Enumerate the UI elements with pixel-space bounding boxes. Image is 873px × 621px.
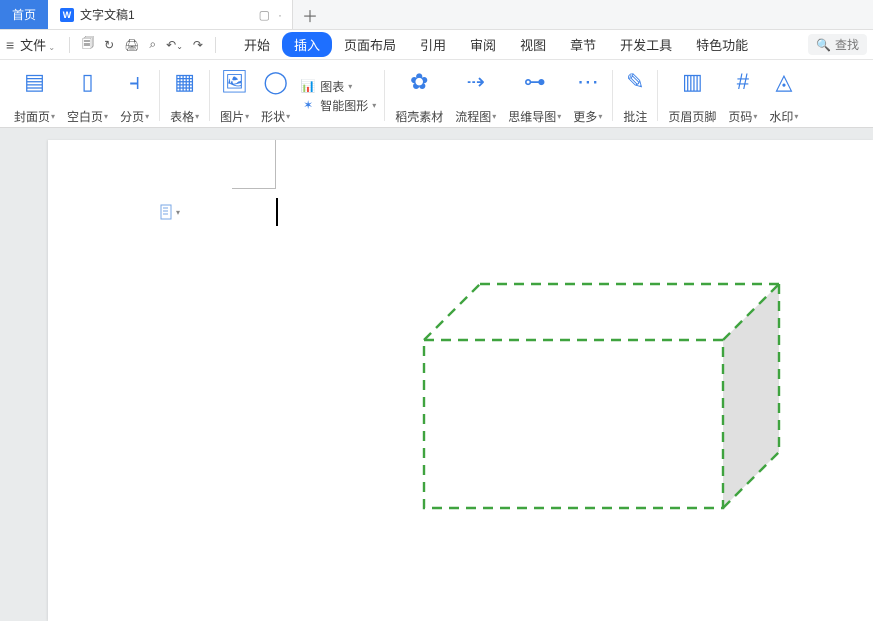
mindmap-icon: ⊶ xyxy=(524,66,546,98)
more-icon: ⋯ xyxy=(577,66,599,98)
ribbon-pagenum[interactable]: # 页码▾ xyxy=(722,66,763,125)
chevron-down-icon: ▾ xyxy=(372,101,376,110)
search-box[interactable]: 🔍 查找 xyxy=(808,34,867,55)
tab-add[interactable]: ＋ xyxy=(293,0,327,29)
margin-guide-vertical xyxy=(275,140,276,188)
filebar: ≡ 文件 ⌄ 🗐 ↻ 🖨 ⌕ ↶⌄ ↷ 开始 插入 页面布局 引用 审阅 视图 … xyxy=(0,30,873,60)
ribbon-watermark[interactable]: ◬ 水印▾ xyxy=(763,66,804,125)
menu-reference[interactable]: 引用 xyxy=(408,32,458,57)
tab-document-1[interactable]: W 文字文稿1 ▢ · xyxy=(48,0,293,29)
ribbon-blank[interactable]: ▯ 空白页▾ xyxy=(61,66,114,125)
ribbon-shape[interactable]: ◯ 形状▾ xyxy=(255,66,296,125)
ribbon-chart-group: 📊图表 ▾ ✶智能图形 ▾ xyxy=(296,66,380,125)
document-workspace[interactable]: ▾ xyxy=(0,128,873,621)
pagebreak-icon: ⫞ xyxy=(129,66,140,98)
tab-home[interactable]: 首页 xyxy=(0,0,48,29)
separator xyxy=(384,70,385,121)
print-icon[interactable]: 🖨 xyxy=(124,38,139,52)
separator xyxy=(612,70,613,121)
menu-start[interactable]: 开始 xyxy=(232,32,282,57)
paste-options-icon[interactable]: ▾ xyxy=(160,204,180,220)
chevron-down-icon: ▾ xyxy=(51,112,55,121)
smartart-icon: ✶ xyxy=(300,97,316,113)
tab-document-label: 文字文稿1 xyxy=(80,6,135,23)
menu-chapter[interactable]: 章节 xyxy=(558,32,608,57)
shape-icon: ◯ xyxy=(263,66,288,98)
flowchart-icon: ⇢ xyxy=(467,66,485,98)
chevron-down-icon: ▾ xyxy=(794,112,798,121)
ribbon-flowchart[interactable]: ⇢ 流程图▾ xyxy=(449,66,502,125)
chart-icon: 📊 xyxy=(300,78,316,94)
ribbon-docres[interactable]: ✿ 稻壳素材 xyxy=(389,66,449,125)
file-menu[interactable]: 文件 ⌄ xyxy=(18,35,57,54)
menu-pagelayout[interactable]: 页面布局 xyxy=(332,32,408,57)
separator xyxy=(215,37,216,53)
tab-controls: ▢ · xyxy=(259,8,282,22)
pagenum-icon: # xyxy=(737,66,749,98)
shape-cuboid[interactable] xyxy=(422,282,784,522)
margin-guide-horizontal xyxy=(232,188,276,189)
search-icon: 🔍 xyxy=(816,38,831,52)
headerfooter-icon: ▥ xyxy=(682,66,703,98)
chevron-down-icon: ▾ xyxy=(286,112,290,121)
menu-insert[interactable]: 插入 xyxy=(282,32,332,57)
ribbon-picture[interactable]: 🖼 图片▾ xyxy=(214,66,255,125)
ribbon-more[interactable]: ⋯ 更多▾ xyxy=(567,66,608,125)
document-tabs: 首页 W 文字文稿1 ▢ · ＋ xyxy=(0,0,873,30)
save-icon[interactable]: 🗐 xyxy=(82,34,94,55)
word-doc-icon: W xyxy=(60,8,74,22)
ribbon-tabs: 开始 插入 页面布局 引用 审阅 视图 章节 开发工具 特色功能 xyxy=(232,32,760,57)
undo-icon[interactable]: ↶⌄ xyxy=(166,38,183,52)
chevron-down-icon: ▾ xyxy=(176,208,180,217)
separator xyxy=(209,70,210,121)
ribbon-smartart[interactable]: ✶智能图形 ▾ xyxy=(300,97,376,114)
text-cursor xyxy=(276,198,278,226)
picture-icon: 🖼 xyxy=(221,66,249,98)
menu-review[interactable]: 审阅 xyxy=(458,32,508,57)
redo-icon[interactable]: ↷ xyxy=(193,38,203,52)
watermark-icon: ◬ xyxy=(775,66,792,98)
search-label: 查找 xyxy=(835,36,859,53)
chevron-down-icon: ▾ xyxy=(598,112,602,121)
comment-icon: ✎ xyxy=(626,66,644,98)
menu-view[interactable]: 视图 xyxy=(508,32,558,57)
chevron-down-icon: ▾ xyxy=(753,112,757,121)
chevron-down-icon: ▾ xyxy=(557,112,561,121)
tab-window-icon[interactable]: ▢ xyxy=(259,8,270,22)
blank-page-icon: ▯ xyxy=(81,66,93,98)
menu-devtools[interactable]: 开发工具 xyxy=(608,32,684,57)
chevron-down-icon: ▾ xyxy=(104,112,108,121)
chevron-down-icon: ▾ xyxy=(145,112,149,121)
ribbon-chart[interactable]: 📊图表 ▾ xyxy=(300,78,376,95)
tab-dot-icon[interactable]: · xyxy=(278,8,282,22)
ribbon-table[interactable]: ▦ 表格▾ xyxy=(164,66,205,125)
separator xyxy=(159,70,160,121)
ribbon-pagebreak[interactable]: ⫞ 分页▾ xyxy=(114,66,155,125)
menu-icon[interactable]: ≡ xyxy=(6,37,14,53)
menu-special[interactable]: 特色功能 xyxy=(684,32,760,57)
ribbon-cover[interactable]: ▤ 封面页▾ xyxy=(8,66,61,125)
ribbon-mindmap[interactable]: ⊶ 思维导图▾ xyxy=(502,66,567,125)
separator xyxy=(657,70,658,121)
chevron-down-icon: ▾ xyxy=(245,112,249,121)
ribbon-headerfooter[interactable]: ▥ 页眉页脚 xyxy=(662,66,722,125)
table-icon: ▦ xyxy=(174,66,195,98)
resource-icon: ✿ xyxy=(410,66,428,98)
separator xyxy=(69,37,70,53)
chevron-down-icon: ▾ xyxy=(195,112,199,121)
chevron-down-icon: ▾ xyxy=(492,112,496,121)
cover-page-icon: ▤ xyxy=(24,66,45,98)
chevron-down-icon: ▾ xyxy=(348,82,352,91)
preview-icon[interactable]: ⌕ xyxy=(149,37,156,52)
ribbon-comment[interactable]: ✎ 批注 xyxy=(617,66,653,125)
reload-icon[interactable]: ↻ xyxy=(104,38,114,52)
ribbon-insert: ▤ 封面页▾ ▯ 空白页▾ ⫞ 分页▾ ▦ 表格▾ 🖼 图片▾ ◯ 形状▾ 📊图… xyxy=(0,60,873,128)
